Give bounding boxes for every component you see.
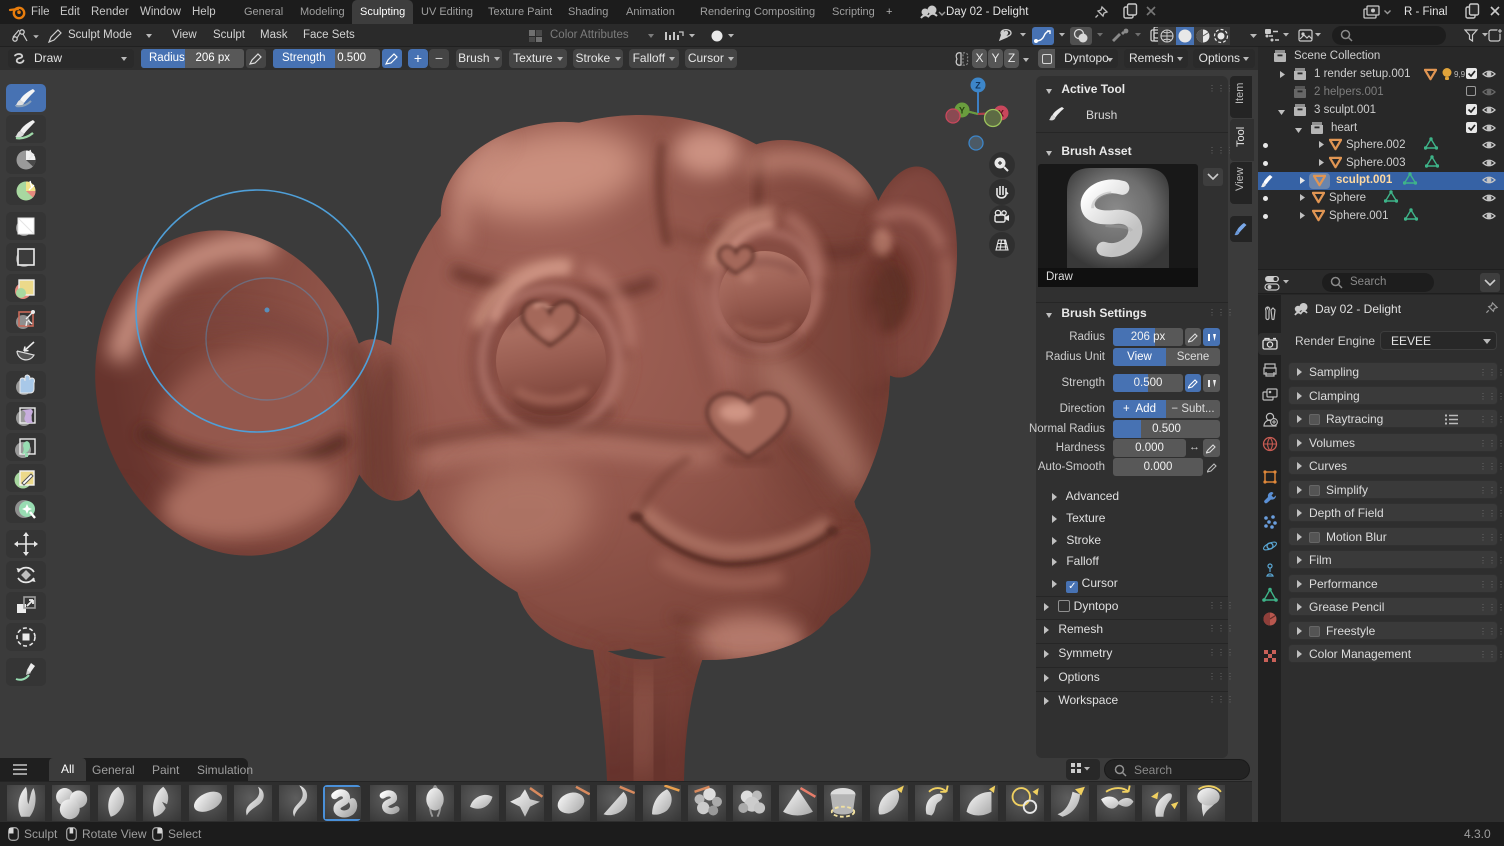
svg-text:Z: Z xyxy=(975,81,981,91)
